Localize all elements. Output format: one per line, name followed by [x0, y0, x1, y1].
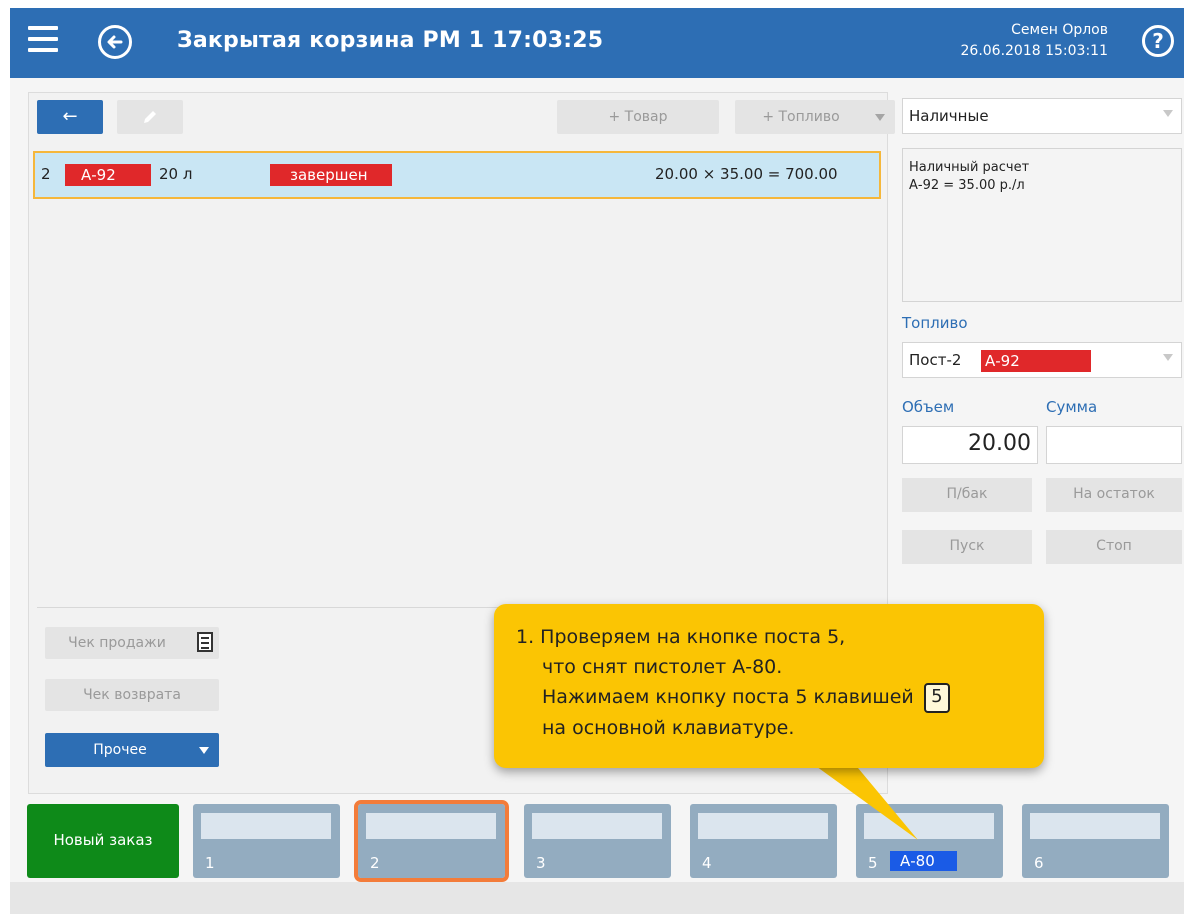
post-display: [201, 813, 331, 839]
new-order-button[interactable]: Новый заказ: [27, 804, 179, 878]
user-name: Семен Орлов: [1011, 22, 1108, 38]
post-number: 1: [205, 854, 215, 872]
post-button-1[interactable]: 1: [193, 804, 340, 878]
post-number: 6: [1034, 854, 1044, 872]
line-calculation: 20.00 × 35.00 = 700.00: [655, 165, 838, 183]
hamburger-menu-icon[interactable]: [28, 26, 58, 56]
post-display: [864, 813, 994, 839]
remainder-button[interactable]: На остаток: [1046, 478, 1182, 512]
help-icon[interactable]: ?: [1142, 25, 1174, 57]
payment-type-value: Наличные: [909, 107, 989, 125]
sale-receipt-button[interactable]: Чек продажи: [45, 627, 219, 659]
status-strip: [10, 882, 1184, 914]
post-name: Пост-2: [909, 351, 962, 369]
line-number: 2: [41, 165, 51, 183]
header-bar: Закрытая корзина РМ 1 17:03:25 Семен Орл…: [10, 8, 1184, 78]
volume-label: Объем: [902, 398, 955, 416]
sum-label: Сумма: [1046, 398, 1098, 416]
receipt-icon: [197, 632, 213, 652]
keyboard-key: 5: [923, 682, 950, 713]
add-fuel-button[interactable]: + Топливо: [735, 100, 895, 134]
post-button-5[interactable]: 5 А-80: [856, 804, 1003, 878]
post-number: 2: [370, 854, 380, 872]
post-button-6[interactable]: 6: [1022, 804, 1169, 878]
back-arrow-icon[interactable]: [98, 25, 132, 59]
add-product-button[interactable]: + Товар: [557, 100, 719, 134]
dropdown-arrow-icon: [199, 747, 209, 754]
instruction-tooltip: 1. Проверяем на кнопке поста 5, что снят…: [494, 604, 1044, 768]
fuel-grade-badge: А-92: [981, 350, 1091, 372]
post-button-2[interactable]: 2: [354, 800, 509, 882]
stop-button[interactable]: Стоп: [1046, 530, 1182, 564]
return-receipt-button[interactable]: Чек возврата: [45, 679, 219, 711]
current-datetime: 26.06.2018 15:03:11: [960, 43, 1109, 59]
fuel-post-select[interactable]: Пост-2 А-92: [902, 342, 1182, 378]
back-button[interactable]: ←: [37, 100, 103, 134]
sum-input[interactable]: [1046, 426, 1182, 464]
volume-input[interactable]: 20.00: [902, 426, 1038, 464]
fuel-grade-badge: А-92: [65, 164, 151, 186]
post-button-3[interactable]: 3: [524, 804, 671, 878]
post-display: [698, 813, 828, 839]
user-info: Семен Орлов 26.06.2018 15:03:11: [961, 20, 1109, 62]
dropdown-arrow-icon: [1163, 354, 1173, 361]
post-display: [1030, 813, 1160, 839]
payment-info-line1: Наличный расчет: [909, 160, 1030, 175]
other-menu-button[interactable]: Прочее: [45, 733, 219, 767]
nozzle-fuel-badge: А-80: [890, 851, 957, 871]
payment-type-select[interactable]: Наличные: [902, 98, 1182, 134]
tooltip-line1: 1. Проверяем на кнопке поста 5,: [516, 626, 846, 648]
payment-info-box: Наличный расчет А-92 = 35.00 р./л: [902, 148, 1182, 302]
post-number: 3: [536, 854, 546, 872]
page-title: Закрытая корзина РМ 1 17:03:25: [177, 28, 604, 53]
dropdown-arrow-icon: [1163, 110, 1173, 117]
post-display: [366, 813, 496, 839]
order-line-row[interactable]: 2 А-92 20 л завершен 20.00 × 35.00 = 700…: [33, 151, 881, 199]
add-fuel-label: + Топливо: [762, 109, 840, 125]
pencil-icon: [144, 111, 156, 123]
other-label: Прочее: [93, 742, 147, 758]
fuel-section-label: Топливо: [902, 314, 968, 332]
post-number: 4: [702, 854, 712, 872]
tooltip-line2: что снят пистолет А-80.: [542, 656, 783, 678]
post-button-4[interactable]: 4: [690, 804, 837, 878]
tooltip-line3: Нажимаем кнопку поста 5 клавишей: [542, 686, 914, 708]
start-button[interactable]: Пуск: [902, 530, 1032, 564]
tooltip-line4: на основной клавиатуре.: [542, 716, 795, 739]
app-window: Закрытая корзина РМ 1 17:03:25 Семен Орл…: [10, 8, 1184, 914]
tooltip-line3-wrap: Нажимаем кнопку поста 5 клавишей 5: [516, 682, 1026, 713]
full-tank-button[interactable]: П/бак: [902, 478, 1032, 512]
status-badge: завершен: [270, 164, 392, 186]
edit-button[interactable]: [117, 100, 183, 134]
sale-receipt-label: Чек продажи: [68, 635, 166, 651]
dropdown-arrow-icon: [875, 114, 885, 121]
line-volume: 20 л: [159, 165, 193, 183]
payment-info-line2: А-92 = 35.00 р./л: [909, 178, 1025, 193]
post-number: 5: [868, 854, 878, 872]
post-display: [532, 813, 662, 839]
